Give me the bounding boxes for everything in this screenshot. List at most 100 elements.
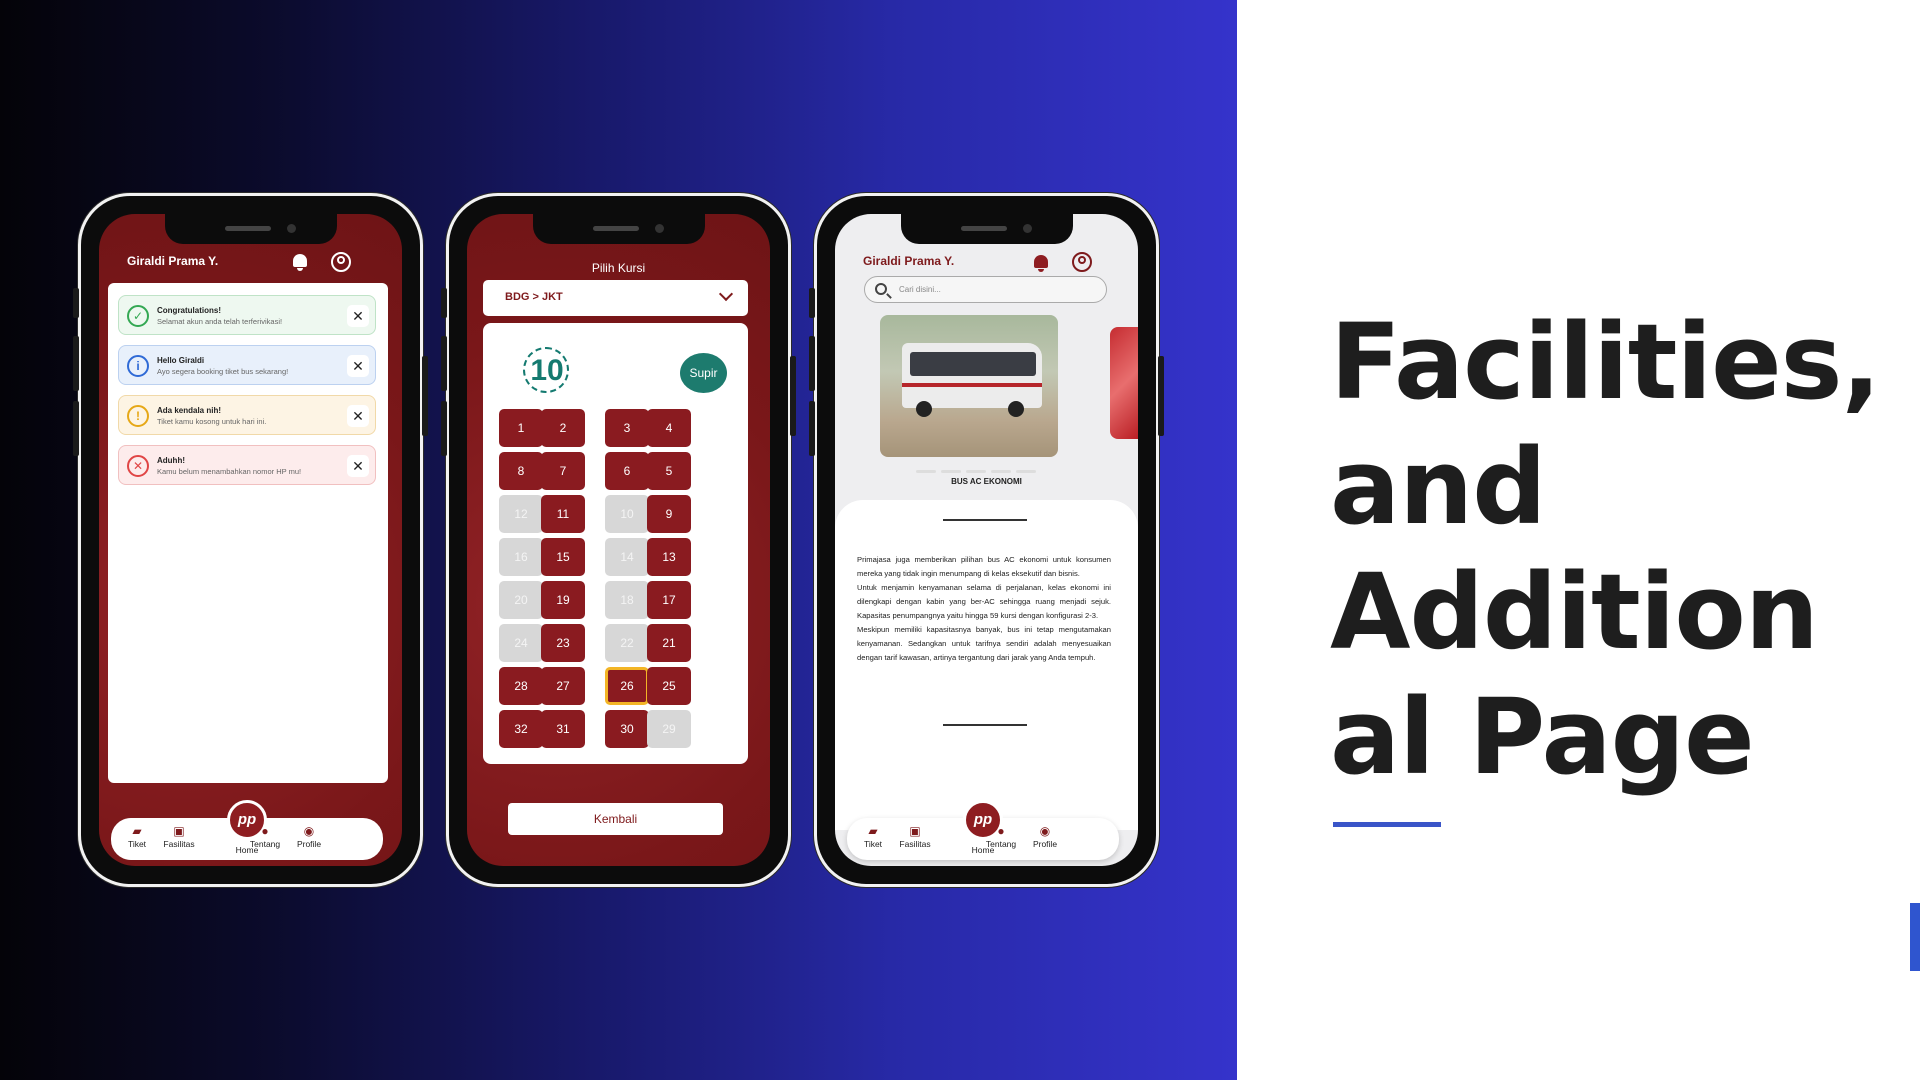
facility-description: Primajasa juga memberikan pilihan bus AC… [857,553,1111,665]
seat-unavailable: 10 [605,495,649,533]
seat-unavailable: 12 [499,495,543,533]
close-icon[interactable]: ✕ [347,405,369,427]
close-icon[interactable]: ✕ [347,455,369,477]
bell-icon[interactable] [1034,255,1048,272]
seat[interactable]: 2 [541,409,585,447]
seat[interactable]: 23 [541,624,585,662]
search-placeholder: Cari disini... [899,285,941,294]
next-slide-preview[interactable] [1110,327,1138,439]
notification-title: Hello Giraldi [157,356,205,365]
notification-item[interactable]: ✓ Congratulations! Selamat akun anda tel… [118,295,376,335]
seat[interactable]: 5 [647,452,691,490]
facilities-screen: Giraldi Prama Y. Cari disini... BUS AC E… [835,214,1138,866]
seat-unavailable: 14 [605,538,649,576]
bottom-nav: ▰ Tiket ▣ Fasilitas pp Home ● Tentang ◉ Prof… [111,800,383,860]
seat[interactable]: 7 [541,452,585,490]
profile-icon[interactable] [331,252,351,272]
notification-text: Kamu belum menambahkan nomor HP mu! [157,467,302,476]
seat[interactable]: 4 [647,409,691,447]
bus-image[interactable] [880,315,1058,457]
seat[interactable]: 17 [647,581,691,619]
search-input[interactable]: Cari disini... [864,276,1107,303]
seat[interactable]: 32 [499,710,543,748]
user-name: Giraldi Prama Y. [863,254,955,268]
seat[interactable]: 15 [541,538,585,576]
seat[interactable]: 30 [605,710,649,748]
notification-item[interactable]: i Hello Giraldi Ayo segera booking tiket… [118,345,376,385]
notification-title: Congratulations! [157,306,221,315]
headline-line: and [1330,426,1547,548]
description-paragraph: Untuk menjamin kenyamanan selama di perj… [857,583,1111,620]
seat[interactable]: 25 [647,667,691,705]
slide-headline: Facilities, and Addition al Page [1330,300,1890,800]
seat[interactable]: 9 [647,495,691,533]
bell-icon[interactable] [293,254,307,271]
seat-unavailable: 18 [605,581,649,619]
headline-underline [1333,822,1441,827]
nav-tentang[interactable]: ● Tentang [976,824,1026,849]
driver-badge: Supir [680,353,727,393]
route-value: BDG > JKT [505,291,563,303]
seat[interactable]: 31 [541,710,585,748]
seat[interactable]: 28 [499,667,543,705]
search-icon [875,283,887,295]
notification-title: Ada kendala nih! [157,406,222,415]
check-icon: ✓ [127,305,149,327]
info-icon: ● [997,824,1005,838]
bus-icon: ▣ [909,824,921,838]
phone-seat-picker: Pilih Kursi BDG > JKT 10 Supir 123487651… [441,193,796,887]
notification-item[interactable]: ! Ada kendala nih! Tiket kamu kosong unt… [118,395,376,435]
description-sheet: Primajasa juga memberikan pilihan bus AC… [835,500,1138,830]
nav-profile[interactable]: ◉ Profile [1020,824,1070,849]
nav-tentang[interactable]: ● Tentang [240,824,290,849]
seat-unavailable: 29 [647,710,691,748]
back-button[interactable]: Kembali [508,803,723,835]
user-icon: ◉ [1039,824,1051,838]
seat[interactable]: 21 [647,624,691,662]
steering-wheel-icon: 10 [523,347,569,393]
nav-fasilitas[interactable]: ▣ Fasilitas [154,824,204,849]
seat-unavailable: 24 [499,624,543,662]
description-paragraph: Primajasa juga memberikan pilihan bus AC… [857,555,1111,578]
seat[interactable]: 13 [647,538,691,576]
seat[interactable]: 3 [605,409,649,447]
seat[interactable]: 1 [499,409,543,447]
carousel-dots [916,460,1041,473]
phone-notifications: Giraldi Prama Y. ✓ Congratulations! Sela… [73,193,428,887]
description-paragraph: Meskipun memiliki kapasitasnya banyak, b… [857,625,1111,662]
profile-icon[interactable] [1072,252,1092,272]
nav-fasilitas[interactable]: ▣ Fasilitas [890,824,940,849]
notification-text: Tiket kamu kosong untuk hari ini. [157,417,267,426]
headline-line: Facilities, [1330,301,1881,423]
phone-facilities: Giraldi Prama Y. Cari disini... BUS AC E… [809,193,1164,887]
close-icon[interactable]: ✕ [347,355,369,377]
route-select[interactable]: BDG > JKT [483,280,748,316]
edge-tab [1910,903,1920,971]
nav-profile[interactable]: ◉ Profile [284,824,334,849]
notification-item[interactable]: ✕ Aduhh! Kamu belum menambahkan nomor HP… [118,445,376,485]
close-icon[interactable]: ✕ [347,305,369,327]
info-icon: ● [261,824,269,838]
notifications-screen: Giraldi Prama Y. ✓ Congratulations! Sela… [99,214,402,866]
notification-text: Ayo segera booking tiket bus sekarang! [157,367,289,376]
error-icon: ✕ [127,455,149,477]
seat[interactable]: 11 [541,495,585,533]
seat[interactable]: 27 [541,667,585,705]
notification-title: Aduhh! [157,456,185,465]
sheet-handle[interactable] [943,519,1027,521]
headline-line: al Page [1330,676,1755,798]
notification-text: Selamat akun anda telah terferivikasi! [157,317,283,326]
user-icon: ◉ [303,824,315,838]
seat-unavailable: 22 [605,624,649,662]
bottom-nav: ▰ Tiket ▣ Fasilitas pp Home ● Tentang ◉ Prof… [847,800,1119,860]
bus-type-label: BUS AC EKONOMI [951,477,1022,486]
warning-icon: ! [127,405,149,427]
seat-selected[interactable]: 26 [605,667,649,705]
seat[interactable]: 19 [541,581,585,619]
seat-screen: Pilih Kursi BDG > JKT 10 Supir 123487651… [467,214,770,866]
seat[interactable]: 8 [499,452,543,490]
seat-unavailable: 16 [499,538,543,576]
seat[interactable]: 6 [605,452,649,490]
seat-map: 10 Supir 1 2 3 4 8 7 6 5 12 11 10 9 16 15 14 13 20 19 18 17… [483,323,748,764]
bus-icon: ▣ [173,824,185,838]
